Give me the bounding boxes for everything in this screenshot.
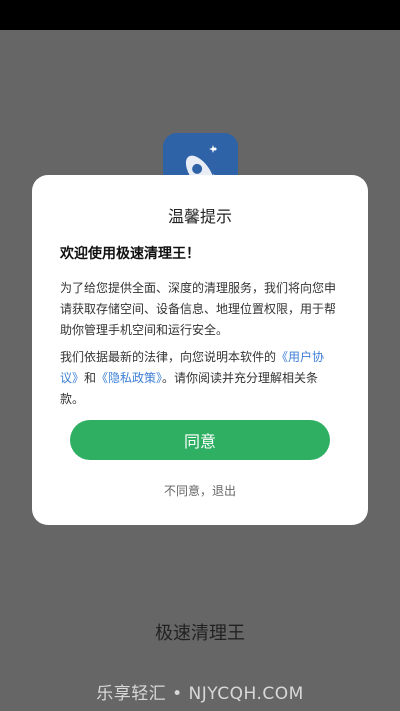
legal-and-text: 和: [84, 371, 97, 385]
permission-description: 为了给您提供全面、深度的清理服务，我们将向您申请获取存储空间、设备信息、地理位置…: [60, 281, 337, 337]
status-bar: [0, 0, 400, 30]
permission-dialog: 温馨提示 欢迎使用极速清理王！ 为了给您提供全面、深度的清理服务，我们将向您申请…: [32, 175, 368, 525]
welcome-text: 欢迎使用极速清理王！: [60, 246, 200, 262]
privacy-policy-link[interactable]: 《隐私政策》: [96, 371, 162, 385]
watermark: 乐享轻汇 • NJYCQH.COM: [96, 684, 304, 704]
legal-text-1: 我们依据最新的法律，向您说明本软件的: [60, 350, 277, 364]
dialog-title: 温馨提示: [167, 207, 232, 226]
app-name: 极速清理王: [155, 623, 245, 644]
disagree-exit-link[interactable]: 不同意，退出: [32, 482, 368, 499]
agree-button[interactable]: 同意: [70, 420, 330, 460]
legal-notice: 我们依据最新的法律，向您说明本软件的《用户协议》和《隐私政策》。请你阅读并充分理…: [60, 347, 342, 410]
